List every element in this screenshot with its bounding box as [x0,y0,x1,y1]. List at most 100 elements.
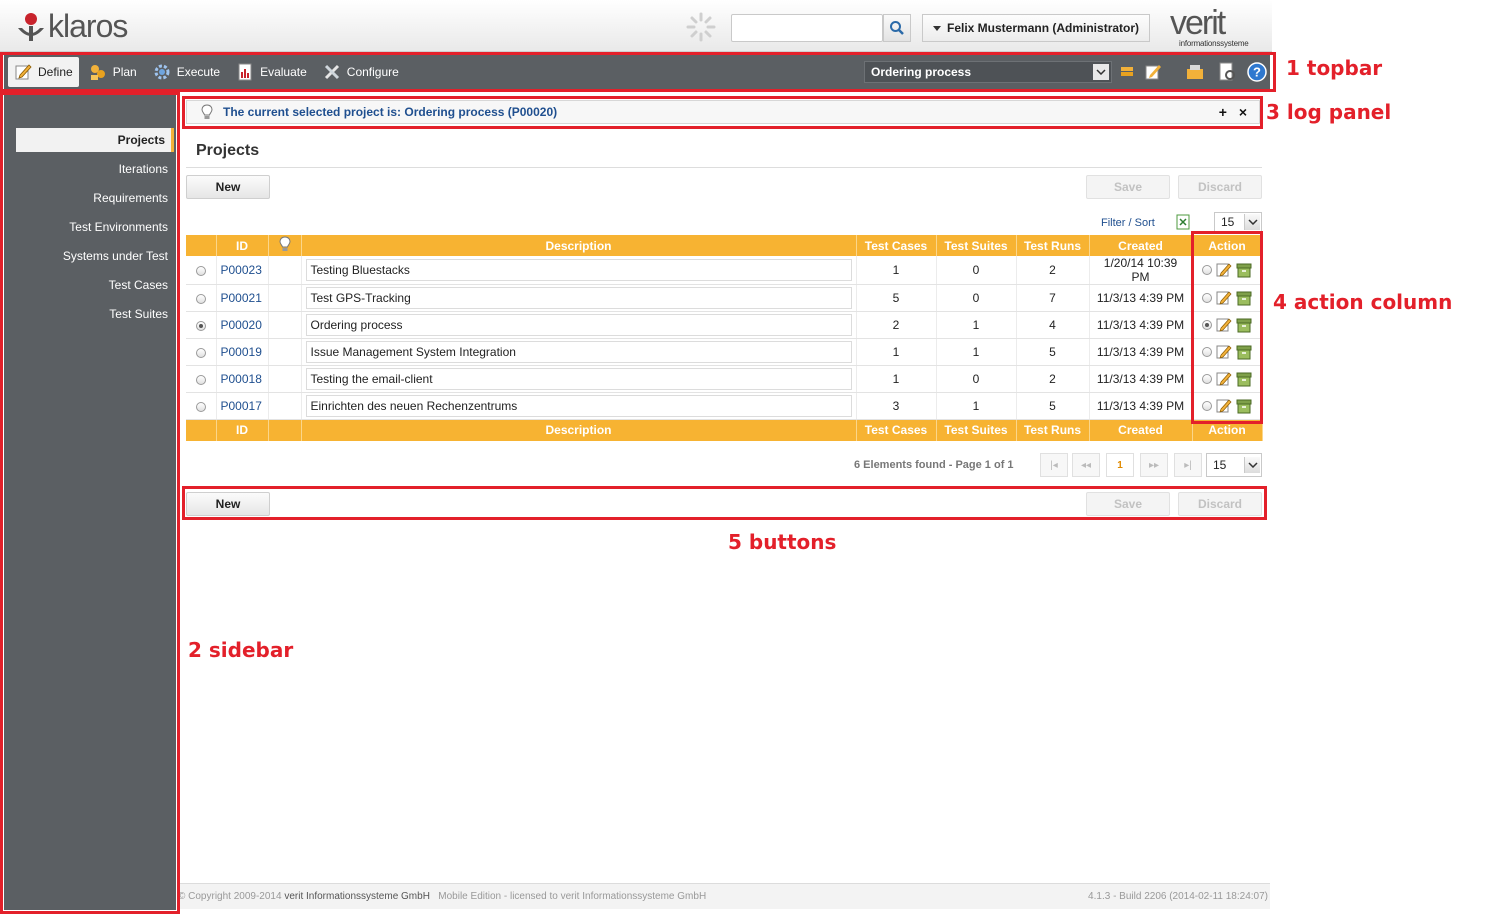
row-radio[interactable] [195,320,206,331]
row-id[interactable]: P00020 [216,311,269,339]
table-row[interactable]: P00020 Ordering process 2 1 4 11/3/13 4:39 PM [186,311,1263,339]
annotation-action-column-box [1191,231,1263,424]
column-header-id[interactable]: ID [216,235,269,256]
row-created: 11/3/13 4:39 PM [1089,392,1193,420]
table-row[interactable]: P00017 Einrichten des neuen Rechenzentrum… [186,392,1263,420]
row-description-field[interactable]: Einrichten des neuen Rechenzentrums [305,395,852,417]
row-select-cell[interactable] [186,338,217,366]
row-radio[interactable] [195,347,206,358]
column-header-created[interactable]: Created [1089,235,1193,256]
annotation-sidebar-label: 2 sidebar [188,638,294,662]
row-test-cases: 1 [856,256,937,285]
row-radio[interactable] [195,401,206,412]
row-description: Issue Management System Integration [310,345,516,359]
row-description: Einrichten des neuen Rechenzentrums [310,399,518,413]
next-page-button[interactable]: ▸▸ [1140,453,1168,477]
row-id[interactable]: P00023 [216,256,269,285]
search-button[interactable] [883,14,911,42]
discard-button[interactable]: Discard [1178,175,1262,199]
row-id-link[interactable]: P00018 [221,372,262,386]
column-footer-test-suites: Test Suites [936,419,1017,441]
footer-copyright-prefix: © Copyright 2009-2014 [178,891,282,902]
row-test-suites: 1 [936,338,1017,366]
column-header-hint [268,235,302,256]
pagination-info: 6 Elements found - Page 1 of 1 [854,459,1014,471]
row-description-field[interactable]: Testing Bluestacks [305,259,852,281]
column-footer-created: Created [1089,419,1193,441]
row-test-suites: 1 [936,311,1017,339]
table-row[interactable]: P00021 Test GPS-Tracking 5 0 7 11/3/13 4:39 P… [186,284,1263,312]
row-radio[interactable] [195,265,206,276]
row-hint-cell [268,365,302,393]
row-description-field[interactable]: Test GPS-Tracking [305,287,852,309]
first-page-button[interactable]: |◂ [1040,453,1068,477]
column-header-test-suites[interactable]: Test Suites [936,235,1017,256]
row-select-cell[interactable] [186,392,217,420]
table-row[interactable]: P00019 Issue Management System Integratio… [186,338,1263,366]
row-id-link[interactable]: P00020 [221,318,262,332]
klaros-logo[interactable]: klaros [16,10,128,42]
row-description-cell: Einrichten des neuen Rechenzentrums [301,392,857,420]
row-description-field[interactable]: Issue Management System Integration [305,341,852,363]
user-name: Felix Mustermann (Administrator) [947,21,1140,35]
row-created: 11/3/13 4:39 PM [1089,284,1193,312]
last-page-button[interactable]: ▸| [1174,453,1202,477]
row-hint-cell [268,284,302,312]
row-test-runs: 2 [1016,256,1090,285]
user-menu[interactable]: Felix Mustermann (Administrator) [922,14,1150,42]
row-radio[interactable] [195,374,206,385]
projects-table: ID Description Test Cases Test Suites Te… [186,235,1263,441]
table-row[interactable]: P00018 Testing the email-client 1 0 2 11/3/13… [186,365,1263,393]
row-select-cell[interactable] [186,256,217,285]
column-header-test-runs[interactable]: Test Runs [1016,235,1090,256]
row-created: 1/20/14 10:39 PM [1089,256,1193,285]
row-test-runs: 7 [1016,284,1090,312]
row-id-link[interactable]: P00019 [221,345,262,359]
row-description: Testing the email-client [310,372,433,386]
previous-page-button[interactable]: ◂◂ [1072,453,1100,477]
current-page-button[interactable]: 1 [1106,453,1134,477]
row-test-runs: 2 [1016,365,1090,393]
row-test-cases: 1 [856,365,937,393]
row-radio[interactable] [195,293,206,304]
row-select-cell[interactable] [186,311,217,339]
page-size-select-bottom[interactable]: 15 [1206,453,1262,477]
row-select-cell[interactable] [186,284,217,312]
app-header: klaros Felix Mustermann (Administrator) … [0,0,1272,52]
row-test-runs: 4 [1016,311,1090,339]
table-row[interactable]: P00023 Testing Bluestacks 1 0 2 1/20/14 10:39… [186,256,1263,285]
row-id-link[interactable]: P00023 [221,263,262,277]
lightbulb-icon [278,236,291,251]
search-input[interactable] [731,14,883,42]
annotation-log-panel-box [182,96,1263,129]
row-hint-cell [268,311,302,339]
row-description-field[interactable]: Testing the email-client [305,368,852,390]
excel-export-icon[interactable] [1175,214,1191,230]
loading-spinner-icon [686,12,716,42]
annotation-log-panel-label: 3 log panel [1266,100,1392,124]
row-id-link[interactable]: P00017 [221,399,262,413]
row-id[interactable]: P00019 [216,338,269,366]
row-description-field[interactable]: Ordering process [305,314,852,336]
save-button[interactable]: Save [1086,175,1170,199]
column-header-test-cases[interactable]: Test Cases [856,235,937,256]
row-test-cases: 5 [856,284,937,312]
verit-logo: verit informationssysteme [1170,6,1268,50]
row-id[interactable]: P00017 [216,392,269,420]
select-column-header [186,235,217,256]
row-description-cell: Testing the email-client [301,365,857,393]
row-description-cell: Test GPS-Tracking [301,284,857,312]
page-size-value: 15 [1213,458,1227,472]
row-id[interactable]: P00021 [216,284,269,312]
chevron-down-icon [933,25,941,31]
column-header-description[interactable]: Description [301,235,857,256]
row-id-link[interactable]: P00021 [221,291,262,305]
row-id[interactable]: P00018 [216,365,269,393]
row-test-suites: 0 [936,365,1017,393]
row-select-cell[interactable] [186,365,217,393]
page-size-select-top[interactable]: 15 [1214,212,1262,232]
column-footer-description: Description [301,419,857,441]
row-description: Testing Bluestacks [310,263,410,277]
filter-sort-link[interactable]: Filter / Sort [1101,217,1155,229]
new-button[interactable]: New [186,175,270,199]
